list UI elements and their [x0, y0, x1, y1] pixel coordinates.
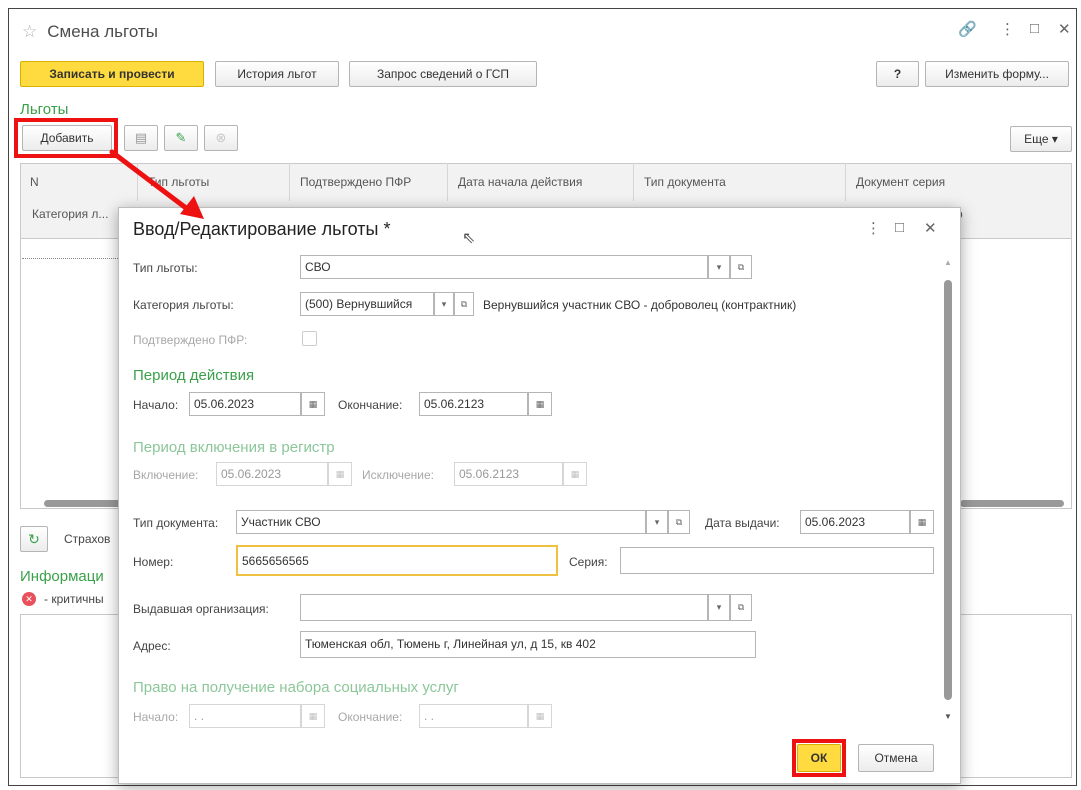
annotation-arrow	[109, 149, 204, 219]
